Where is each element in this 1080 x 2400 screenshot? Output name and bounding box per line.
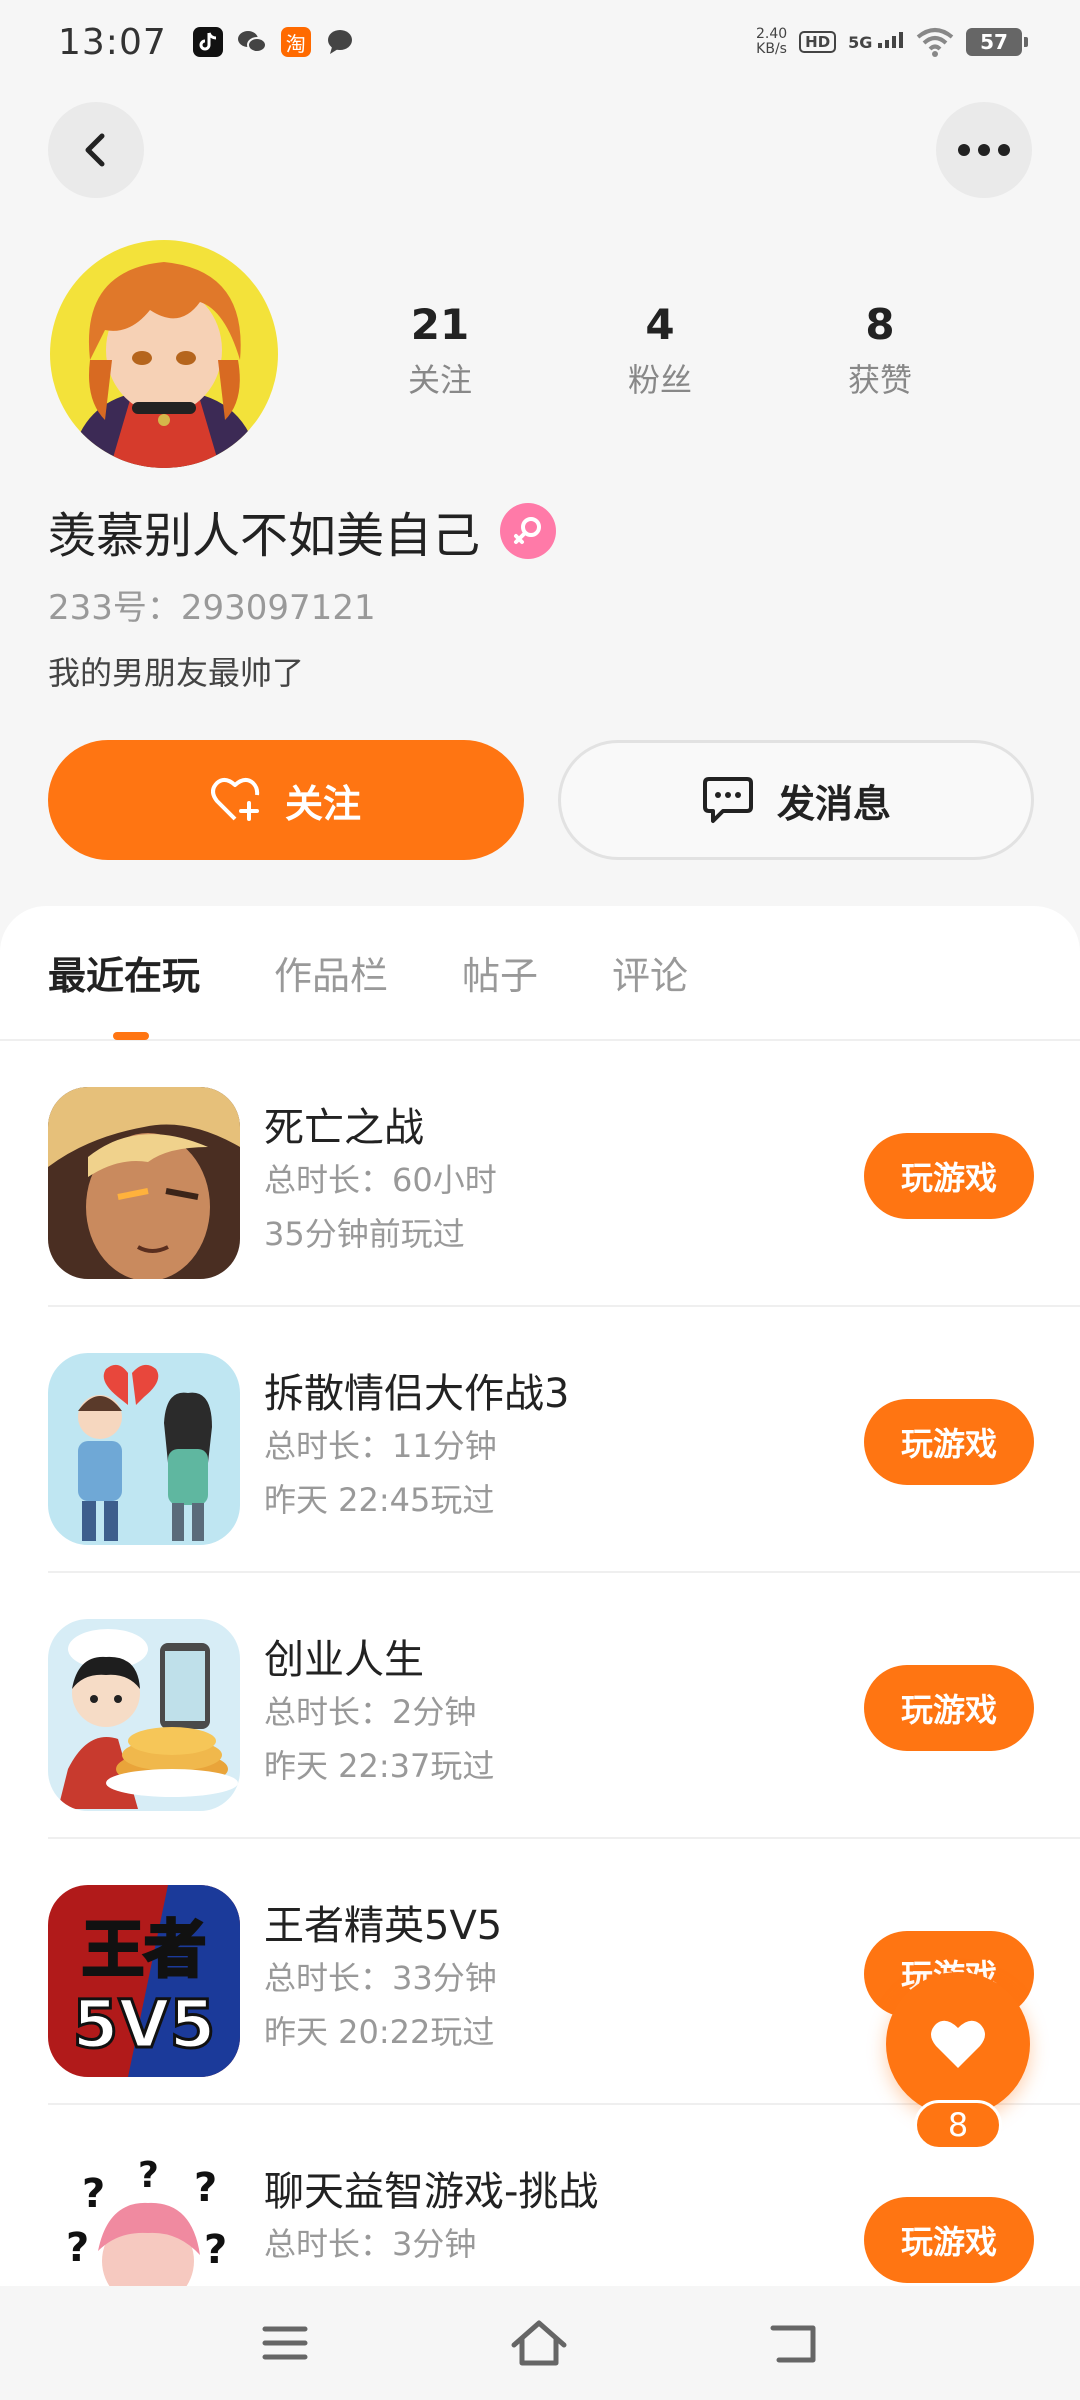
likes-count: 8 (865, 300, 895, 349)
followers-count: 4 (645, 300, 675, 349)
game-last-played: 昨天 22:37玩过 (264, 1747, 495, 1785)
signal-icon: 5G (848, 32, 904, 52)
send-message-label: 发消息 (776, 781, 891, 826)
more-dots-icon (958, 144, 1010, 156)
game-name: 创业人生 (264, 1637, 424, 1683)
svg-text:?: ? (66, 2225, 89, 2271)
heart-plus-icon (210, 778, 260, 821)
list-item[interactable]: 死亡之战 总时长：60小时 35分钟前玩过 玩游戏 (0, 1041, 1080, 1307)
menu-icon[interactable] (261, 2323, 309, 2363)
svg-text:?: ? (204, 2227, 227, 2273)
svg-text:?: ? (82, 2171, 105, 2217)
chevron-left-icon (85, 133, 105, 167)
profile-stats: 21 关注 4 粉丝 8 获赞 (330, 300, 990, 401)
svg-text:?: ? (138, 2155, 159, 2196)
chat-bubble-icon (702, 777, 753, 823)
game-name: 王者精英5V5 (264, 1903, 503, 1949)
home-icon[interactable] (510, 2319, 568, 2367)
floating-like-button[interactable] (886, 1972, 1030, 2116)
send-message-button[interactable]: 发消息 (558, 740, 1034, 860)
signal-label: 5G (848, 33, 873, 52)
game-icon (48, 1619, 240, 1811)
game-duration: 总时长：3分钟 (264, 2225, 477, 2263)
tab-posts[interactable]: 帖子 (462, 945, 538, 1000)
game-name: 死亡之战 (264, 1105, 424, 1151)
list-item[interactable]: 拆散情侣大作战3 总时长：11分钟 昨天 22:45玩过 玩游戏 (0, 1307, 1080, 1573)
status-bar: 13:07 淘 2.40 KB/s HD 5G 57 (0, 0, 1080, 84)
play-game-button[interactable]: 玩游戏 (864, 2197, 1034, 2283)
network-speed-unit: KB/s (756, 41, 787, 57)
game-duration: 总时长：11分钟 (264, 1427, 497, 1465)
follow-label: 关注 (284, 781, 361, 826)
game-name: 拆散情侣大作战3 (264, 1371, 570, 1417)
game-duration: 总时长：33分钟 (264, 1959, 497, 1997)
game-name: 聊天益智游戏-挑战 (264, 2169, 599, 2215)
game-duration: 总时长：2分钟 (264, 1693, 477, 1731)
likes-stat[interactable]: 8 获赞 (770, 300, 990, 401)
battery-icon: 57 (966, 28, 1028, 56)
network-speed: 2.40 KB/s (756, 27, 787, 57)
hd-badge: HD (799, 31, 837, 53)
game-icon: ? ? ? ? ? (48, 2151, 240, 2286)
game-icon-text-top: 王者 (82, 1913, 206, 1986)
game-duration: 总时长：60小时 (264, 1161, 497, 1199)
back-button[interactable] (48, 102, 144, 198)
play-game-button[interactable]: 玩游戏 (864, 1133, 1034, 1219)
nickname: 羡慕别人不如美自己 (48, 508, 481, 564)
following-stat[interactable]: 21 关注 (330, 300, 550, 401)
list-item[interactable]: 创业人生 总时长：2分钟 昨天 22:37玩过 玩游戏 (0, 1573, 1080, 1839)
follow-button[interactable]: 关注 (48, 740, 524, 860)
message-icon (325, 27, 355, 57)
game-last-played: 昨天 20:22玩过 (264, 2013, 495, 2051)
wechat-icon (237, 27, 267, 57)
female-gender-icon (500, 503, 557, 559)
svg-text:?: ? (194, 2165, 217, 2211)
heart-icon (931, 2020, 985, 2068)
status-time: 13:07 (58, 21, 167, 63)
following-label: 关注 (407, 361, 472, 399)
game-icon-text-bottom: 5V5 (73, 1986, 216, 2063)
avatar[interactable] (50, 240, 278, 468)
user-bio: 我的男朋友最帅了 (48, 654, 305, 692)
network-speed-value: 2.40 (755, 26, 788, 42)
taobao-icon: 淘 (280, 27, 311, 57)
game-icon: 王者 5V5 (48, 1885, 240, 2077)
game-icon (48, 1087, 240, 1279)
tiktok-icon (192, 27, 223, 57)
profile-tabs: 最近在玩 作品栏 帖子 评论 (0, 906, 1080, 1041)
back-nav-icon[interactable] (769, 2322, 819, 2364)
tab-works[interactable]: 作品栏 (274, 945, 388, 1000)
system-navigation-bar (0, 2286, 1080, 2400)
followers-stat[interactable]: 4 粉丝 (550, 300, 770, 401)
notification-icons: 淘 (192, 27, 355, 57)
wifi-icon (916, 28, 954, 57)
tab-recently-played[interactable]: 最近在玩 (48, 945, 200, 1000)
following-count: 21 (410, 300, 470, 349)
followers-label: 粉丝 (627, 361, 692, 399)
nickname-row: 羡慕别人不如美自己 (48, 496, 557, 566)
tab-comments[interactable]: 评论 (612, 945, 688, 1000)
system-indicators: 2.40 KB/s HD 5G 57 (756, 27, 1028, 57)
game-last-played: 35分钟前玩过 (264, 1215, 465, 1253)
active-tab-indicator (113, 1032, 149, 1040)
likes-label: 获赞 (847, 361, 912, 399)
game-icon (48, 1353, 240, 1545)
user-id: 233号：293097121 (48, 588, 376, 628)
game-last-played: 昨天 22:45玩过 (264, 1481, 495, 1519)
like-count-badge: 8 (914, 2100, 1002, 2150)
play-game-button[interactable]: 玩游戏 (864, 1399, 1034, 1485)
play-game-button[interactable]: 玩游戏 (864, 1665, 1034, 1751)
more-button[interactable] (936, 102, 1032, 198)
